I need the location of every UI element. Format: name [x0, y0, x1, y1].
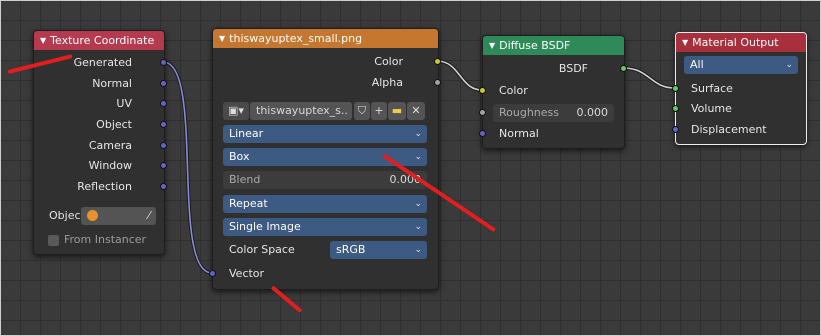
socket-volume-in[interactable]	[672, 105, 679, 112]
collapse-arrow-icon[interactable]: ▼	[682, 33, 688, 52]
socket-uv[interactable]	[160, 100, 167, 107]
socket-alpha-out[interactable]	[434, 79, 441, 86]
link-color-to-color[interactable]	[436, 59, 483, 92]
socket-generated[interactable]	[160, 59, 167, 66]
projection-value: Box	[229, 150, 250, 163]
texture-coordinate-header[interactable]: ▼ Texture Coordinate	[34, 31, 164, 50]
color-space-label: Color Space	[229, 243, 295, 256]
input-color-label: Color	[499, 84, 528, 97]
roughness-value: 0.000	[576, 106, 609, 119]
from-instancer-label: From Instancer	[64, 233, 147, 246]
socket-color-in[interactable]	[479, 87, 486, 94]
material-output-node[interactable]: ▼ Material Output All ⌄ Surface Volume Dis…	[672, 32, 807, 145]
socket-surface-in[interactable]	[672, 85, 679, 92]
output-alpha: Alpha	[371, 76, 403, 89]
chevron-down-icon: ⌄	[414, 222, 422, 232]
output-color: Color	[374, 55, 403, 68]
target-dropdown[interactable]: All ⌄	[684, 56, 798, 74]
node-title: Material Output	[692, 36, 779, 49]
blend-label: Blend	[229, 173, 261, 186]
collapse-arrow-icon[interactable]: ▼	[489, 36, 495, 55]
node-title: thiswayuptex_small.png	[229, 32, 363, 45]
extension-dropdown[interactable]: Repeat ⌄	[223, 195, 427, 213]
fake-user-shield-icon[interactable]: ⛉	[354, 102, 370, 120]
target-value: All	[690, 58, 704, 71]
from-instancer-checkbox[interactable]	[48, 235, 59, 246]
source-dropdown[interactable]: Single Image ⌄	[223, 218, 427, 236]
chevron-down-icon: ⌄	[785, 60, 793, 70]
socket-normal[interactable]	[160, 80, 167, 87]
socket-window[interactable]	[160, 162, 167, 169]
diffuse-bsdf-header[interactable]: ▼ Diffuse BSDF	[483, 36, 624, 55]
socket-reflection[interactable]	[160, 183, 167, 190]
socket-camera[interactable]	[160, 142, 167, 149]
extension-value: Repeat	[229, 197, 268, 210]
output-bsdf: BSDF	[558, 62, 588, 75]
chevron-down-icon: ⌄	[414, 245, 422, 255]
roughness-field[interactable]: Roughness 0.000	[493, 104, 614, 122]
output-window: Window	[88, 159, 132, 172]
node-title: Diffuse BSDF	[499, 39, 571, 52]
image-browse-icon[interactable]: ▣▾	[223, 102, 249, 120]
socket-vector-in[interactable]	[209, 270, 216, 277]
blend-field[interactable]: Blend 0.000	[223, 171, 427, 189]
output-normal: Normal	[92, 77, 132, 90]
output-object: Object	[96, 118, 132, 131]
object-icon	[87, 210, 98, 221]
interpolation-value: Linear	[229, 127, 264, 140]
object-field[interactable]: ⁄	[81, 207, 156, 225]
output-camera: Camera	[88, 139, 132, 152]
eyedropper-icon[interactable]: ⁄	[148, 207, 150, 225]
chevron-down-icon: ⌄	[414, 129, 422, 139]
link-bsdf-to-surface[interactable]	[622, 66, 676, 90]
open-folder-icon[interactable]: ▬	[388, 102, 406, 120]
output-uv: UV	[116, 97, 132, 110]
node-title: Texture Coordinate	[50, 34, 155, 47]
output-generated: Generated	[73, 56, 132, 69]
color-space-value: sRGB	[336, 243, 366, 256]
texture-coordinate-node[interactable]: ▼ Texture Coordinate Generated Normal UV …	[33, 30, 167, 255]
output-reflection: Reflection	[77, 180, 132, 193]
link-generated-to-vector[interactable]	[162, 60, 213, 275]
collapse-arrow-icon[interactable]: ▼	[219, 29, 225, 48]
chevron-down-icon: ⌄	[414, 199, 422, 209]
socket-displacement-in[interactable]	[672, 126, 679, 133]
socket-object[interactable]	[160, 121, 167, 128]
input-displacement-label: Displacement	[691, 123, 767, 136]
color-space-dropdown[interactable]: sRGB ⌄	[330, 241, 427, 259]
socket-bsdf-out[interactable]	[620, 65, 627, 72]
input-volume-label: Volume	[691, 102, 732, 115]
collapse-arrow-icon[interactable]: ▼	[40, 31, 46, 50]
socket-roughness-in[interactable]	[479, 109, 486, 116]
socket-normal-in[interactable]	[479, 130, 486, 137]
socket-color-out[interactable]	[434, 58, 441, 65]
diffuse-bsdf-node[interactable]: ▼ Diffuse BSDF BSDF Color Roughness 0.000 …	[479, 35, 627, 149]
input-vector-label: Vector	[229, 267, 265, 280]
image-selector[interactable]: ▣▾ thiswayuptex_s.. ⛉ + ▬ ✕	[223, 102, 427, 120]
input-surface-label: Surface	[691, 82, 733, 95]
input-normal-label: Normal	[499, 127, 539, 140]
image-name-field[interactable]: thiswayuptex_s..	[250, 102, 352, 120]
chevron-down-icon: ⌄	[414, 152, 422, 162]
image-texture-header[interactable]: ▼ thiswayuptex_small.png	[213, 29, 438, 48]
roughness-label: Roughness	[499, 106, 560, 119]
object-label: Objec	[49, 209, 81, 222]
interpolation-dropdown[interactable]: Linear ⌄	[223, 125, 427, 143]
image-texture-node[interactable]: ▼ thiswayuptex_small.png Color Alpha ▣▾ t…	[209, 28, 441, 290]
source-value: Single Image	[229, 220, 301, 233]
unlink-close-icon[interactable]: ✕	[407, 102, 425, 120]
new-image-plus-icon[interactable]: +	[371, 102, 387, 120]
material-output-header[interactable]: ▼ Material Output	[676, 33, 806, 52]
